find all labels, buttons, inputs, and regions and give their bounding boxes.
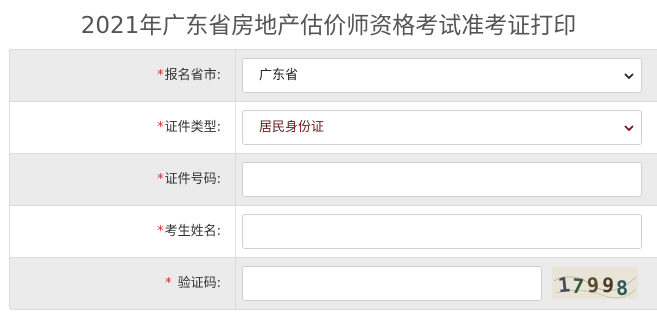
form-row-name: *考生姓名: <box>10 206 657 258</box>
name-label: 考生姓名: <box>164 224 221 239</box>
required-mark: * <box>157 224 164 239</box>
required-mark: * <box>157 172 164 187</box>
captcha-label-cell: * 验证码: <box>10 258 236 309</box>
chevron-down-icon <box>624 73 634 80</box>
province-select-value: 广东省 <box>259 68 299 83</box>
captcha-digit-5: 8 <box>615 276 628 299</box>
required-mark: * <box>157 120 164 135</box>
captcha-digit-4: 9 <box>601 273 615 298</box>
form-row-id-type: *证件类型: 居民身份证 <box>10 102 657 154</box>
province-label: 报名省市: <box>164 68 221 83</box>
captcha-digit-2: 7 <box>571 274 585 299</box>
captcha-label: 验证码: <box>177 276 221 291</box>
id-number-label-cell: *证件号码: <box>10 154 236 205</box>
page-title: 2021年广东省房地产估价师资格考试准考证打印 <box>80 13 577 39</box>
chevron-down-icon <box>624 125 634 132</box>
form-row-province: *报名省市: 广东省 <box>10 50 657 102</box>
form-row-captcha: * 验证码: 1 7 9 9 8 <box>10 258 657 310</box>
name-label-cell: *考生姓名: <box>10 206 236 257</box>
province-label-cell: *报名省市: <box>10 50 236 101</box>
required-mark: * <box>157 68 164 83</box>
captcha-digit-1: 1 <box>557 272 571 297</box>
id-type-select[interactable]: 居民身份证 <box>242 110 642 145</box>
id-number-input[interactable] <box>242 162 642 197</box>
captcha-input[interactable] <box>242 266 542 301</box>
form-row-id-number: *证件号码: <box>10 154 657 206</box>
captcha-digit-3: 9 <box>586 273 600 298</box>
id-type-select-value: 居民身份证 <box>259 120 325 135</box>
id-type-label-cell: *证件类型: <box>10 102 236 153</box>
id-number-label: 证件号码: <box>164 172 221 187</box>
captcha-image[interactable]: 1 7 9 9 8 <box>552 267 638 299</box>
required-mark: * <box>165 276 172 291</box>
print-admission-form: *报名省市: 广东省 *证件类型: 居民身份证 *证件号码: *考生姓名: * … <box>9 49 657 310</box>
id-type-label: 证件类型: <box>164 120 221 135</box>
name-input[interactable] <box>242 214 642 249</box>
province-select[interactable]: 广东省 <box>242 58 642 93</box>
